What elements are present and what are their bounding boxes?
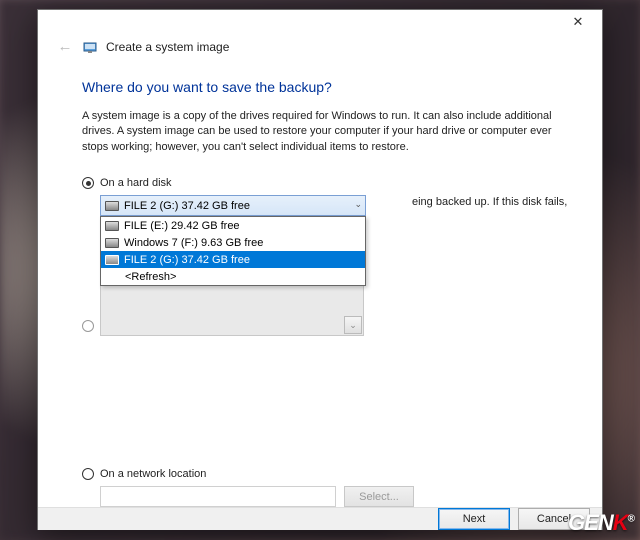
radio-network[interactable] (82, 468, 94, 480)
radio-dvd[interactable] (82, 320, 94, 332)
drive-select-wrapper: FILE 2 (G:) 37.42 GB free ⌄ eing backed … (82, 195, 558, 336)
radio-hard-disk[interactable] (82, 177, 94, 189)
select-network-button: Select... (344, 486, 414, 507)
system-image-dialog: ✕ ← Create a system image Where do you w… (37, 9, 603, 530)
next-button[interactable]: Next (438, 508, 510, 530)
network-path-input[interactable] (100, 486, 336, 507)
drive-icon (105, 201, 119, 211)
option-hard-disk-label: On a hard disk (100, 177, 172, 189)
chevron-down-icon: ⌄ (344, 316, 362, 334)
close-icon: ✕ (573, 14, 584, 30)
dialog-header: ← Create a system image (38, 34, 602, 63)
dropdown-item-refresh[interactable]: <Refresh> (101, 268, 365, 285)
watermark-part1: GEN (568, 510, 613, 535)
cancel-button-label: Cancel (537, 513, 571, 525)
system-image-icon (82, 39, 98, 55)
drive-icon (105, 238, 119, 248)
watermark-logo: GENK® (568, 510, 634, 536)
dropdown-item-selected[interactable]: FILE 2 (G:) 37.42 GB free (101, 251, 365, 268)
dialog-title: Create a system image (106, 40, 229, 54)
next-button-label: Next (463, 513, 486, 525)
dropdown-item-label: FILE 2 (G:) 37.42 GB free (124, 254, 250, 266)
dropdown-item-label: FILE (E:) 29.42 GB free (124, 220, 240, 232)
dropdown-item-label: Windows 7 (F:) 9.63 GB free (124, 237, 263, 249)
dropdown-item[interactable]: FILE (E:) 29.42 GB free (101, 217, 365, 234)
warning-text-fragment: eing backed up. If this disk fails, (412, 195, 582, 210)
dialog-content: Where do you want to save the backup? A … (38, 63, 602, 507)
option-network-label: On a network location (100, 468, 206, 480)
option-hard-disk[interactable]: On a hard disk (82, 177, 558, 189)
close-button[interactable]: ✕ (560, 10, 596, 34)
option-dvd[interactable]: O (82, 320, 109, 332)
drive-dropdown: FILE (E:) 29.42 GB free Windows 7 (F:) 9… (100, 216, 366, 286)
description-text: A system image is a copy of the drives r… (82, 109, 558, 155)
question-heading: Where do you want to save the backup? (82, 79, 558, 95)
select-button-label: Select... (359, 491, 399, 503)
option-network[interactable]: On a network location (82, 468, 558, 480)
drive-select-value: FILE 2 (G:) 37.42 GB free (124, 200, 250, 212)
dropdown-item-label: <Refresh> (125, 271, 176, 283)
network-section: On a network location Select... (82, 468, 558, 507)
network-input-row: Select... (100, 486, 558, 507)
dropdown-item[interactable]: Windows 7 (F:) 9.63 GB free (101, 234, 365, 251)
titlebar: ✕ (38, 10, 602, 34)
drive-select[interactable]: FILE 2 (G:) 37.42 GB free ⌄ (100, 195, 366, 216)
drive-icon (105, 255, 119, 265)
back-arrow-icon[interactable]: ← (56, 38, 74, 55)
dialog-footer: Next Cancel (38, 507, 602, 530)
drive-icon (105, 221, 119, 231)
chevron-down-icon: ⌄ (354, 199, 362, 210)
watermark-mark: ® (628, 514, 634, 525)
watermark-part2: K (613, 510, 628, 535)
